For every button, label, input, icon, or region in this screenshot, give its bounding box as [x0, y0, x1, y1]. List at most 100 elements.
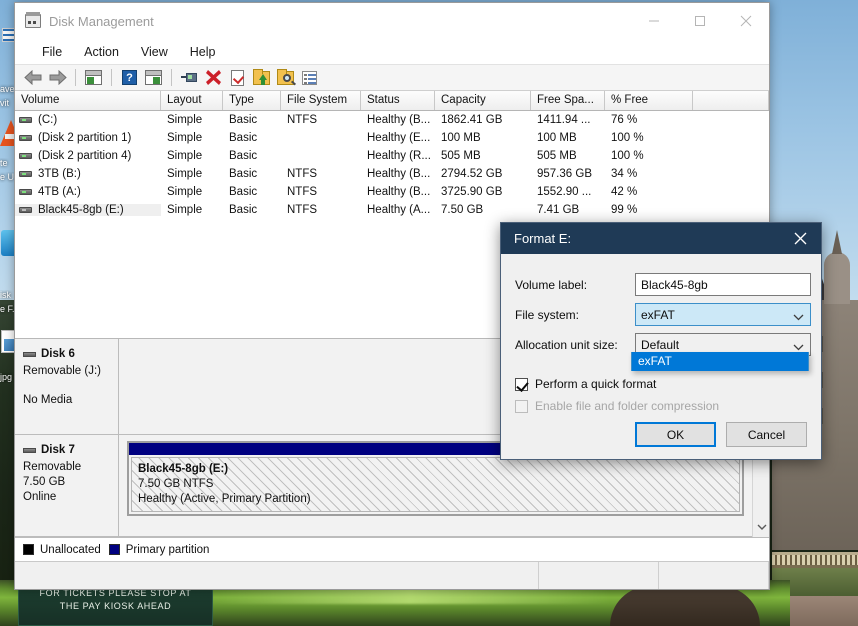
- close-icon[interactable]: [723, 6, 769, 36]
- quick-format-row[interactable]: Perform a quick format: [515, 377, 805, 391]
- partition-size-fs: 7.50 GB NTFS: [138, 478, 214, 490]
- quick-format-label: Perform a quick format: [535, 377, 657, 391]
- cell-type: Basic: [229, 114, 258, 126]
- column-header-type[interactable]: Type: [223, 91, 281, 110]
- cell-volume: (Disk 2 partition 1): [15, 132, 161, 144]
- minimize-icon[interactable]: [631, 6, 677, 36]
- column-header-capacity[interactable]: Capacity: [435, 91, 531, 110]
- show-hide-console-tree-icon[interactable]: [83, 67, 104, 88]
- disk-icon: [23, 448, 36, 453]
- table-row[interactable]: Black45-8gb (E:) Simple Basic NTFS Healthy (…: [15, 201, 769, 219]
- show-action-pane-icon[interactable]: [143, 67, 164, 88]
- compression-label: Enable file and folder compression: [535, 399, 720, 413]
- legend-swatch-primary-partition: [108, 544, 120, 555]
- compression-checkbox: [515, 399, 528, 413]
- file-system-dropdown-list[interactable]: exFAT: [631, 352, 809, 371]
- cell-percent-free: 76 %: [611, 114, 638, 126]
- cell-file-system: NTFS: [287, 204, 318, 216]
- options-list-icon[interactable]: [299, 67, 320, 88]
- file-system-row: File system: exFAT: [515, 300, 811, 329]
- cell-volume: (Disk 2 partition 4): [15, 150, 161, 162]
- format-dialog-title: Format E:: [514, 231, 572, 246]
- window-title: Disk Management: [49, 13, 154, 29]
- cell-free-space: 7.41 GB: [537, 204, 580, 216]
- cell-type: Basic: [229, 204, 258, 216]
- volume-label-row: Volume label:: [515, 270, 811, 299]
- file-system-caption: File system:: [515, 307, 580, 322]
- cell-volume-label: Black45-8gb (E:): [38, 204, 124, 216]
- table-row[interactable]: 3TB (B:) Simple Basic NTFS Healthy (B... 2794…: [15, 165, 769, 183]
- volume-table-body: (C:) Simple Basic NTFS Healthy (B... 1862.41 …: [15, 111, 769, 219]
- cell-capacity: 100 MB: [441, 132, 481, 144]
- cell-percent-free: 42 %: [611, 186, 638, 198]
- ok-button[interactable]: OK: [635, 422, 716, 447]
- cell-layout: Simple: [167, 132, 203, 144]
- close-icon[interactable]: [779, 223, 821, 254]
- cell-volume-label: (C:): [38, 114, 58, 126]
- cell-status: Healthy (R...: [367, 150, 431, 162]
- legend-item-unallocated: Unallocated: [23, 544, 101, 556]
- toolbar-separator: [111, 69, 112, 86]
- cell-type: Basic: [229, 132, 258, 144]
- menu-help[interactable]: Help: [179, 42, 227, 62]
- table-row[interactable]: (Disk 2 partition 1) Simple Basic Healthy (…: [15, 129, 769, 147]
- disk-type: Removable (J:): [23, 365, 101, 377]
- column-header-blank[interactable]: [693, 91, 769, 110]
- properties-icon[interactable]: [227, 67, 248, 88]
- volume-label-input[interactable]: [635, 273, 811, 296]
- menu-file[interactable]: File: [31, 42, 73, 62]
- chevron-down-icon: [793, 310, 804, 324]
- partition-status: Healthy (Active, Primary Partition): [138, 493, 311, 505]
- format-dialog-titlebar: Format E:: [501, 223, 821, 254]
- cell-capacity: 3725.90 GB: [441, 186, 503, 198]
- connect-icon[interactable]: [179, 67, 200, 88]
- file-system-option-exfat[interactable]: exFAT: [632, 352, 808, 371]
- column-header-file-system[interactable]: File System: [281, 91, 361, 110]
- disk-name: Disk 7: [41, 444, 75, 456]
- disk-legend: Unallocated Primary partition: [15, 537, 769, 561]
- column-header-layout[interactable]: Layout: [161, 91, 223, 110]
- table-row[interactable]: 4TB (A:) Simple Basic NTFS Healthy (B... 3725…: [15, 183, 769, 201]
- cell-volume-label: (Disk 2 partition 4): [38, 150, 132, 162]
- disk-status: No Media: [23, 394, 73, 406]
- cell-layout: Simple: [167, 114, 203, 126]
- cell-status: Healthy (A...: [367, 204, 431, 216]
- menu-view[interactable]: View: [130, 42, 179, 62]
- wallpaper-lawn-highlight: [210, 588, 610, 604]
- toolbar-separator: [171, 69, 172, 86]
- quick-format-checkbox[interactable]: [515, 377, 528, 391]
- export-folder-icon[interactable]: [251, 67, 272, 88]
- column-header-free-space[interactable]: Free Spa...: [531, 91, 605, 110]
- help-icon[interactable]: ?: [119, 67, 140, 88]
- legend-label-primary-partition: Primary partition: [125, 543, 210, 556]
- scroll-down-icon[interactable]: [753, 519, 769, 535]
- maximize-icon[interactable]: [677, 6, 723, 36]
- table-row[interactable]: (Disk 2 partition 4) Simple Basic Healthy (…: [15, 147, 769, 165]
- disk-icon: [23, 352, 36, 357]
- cell-volume-label: (Disk 2 partition 1): [38, 132, 132, 144]
- column-header-status[interactable]: Status: [361, 91, 435, 110]
- status-cell-main: [15, 562, 539, 589]
- file-system-dropdown[interactable]: exFAT: [635, 303, 811, 326]
- delete-icon[interactable]: [203, 67, 224, 88]
- column-header-percent-free[interactable]: % Free: [605, 91, 693, 110]
- toolbar: ?: [15, 64, 769, 91]
- cancel-button[interactable]: Cancel: [726, 422, 807, 447]
- cell-layout: Simple: [167, 168, 203, 180]
- allocation-unit-size-caption: Allocation unit size:: [515, 337, 618, 352]
- cell-free-space: 505 MB: [537, 150, 577, 162]
- table-row[interactable]: (C:) Simple Basic NTFS Healthy (B... 1862.41 …: [15, 111, 769, 129]
- wallpaper-mound: [610, 586, 760, 626]
- forward-arrow-icon[interactable]: [47, 67, 68, 88]
- cell-file-system: NTFS: [287, 114, 318, 126]
- back-arrow-icon[interactable]: [23, 67, 44, 88]
- cell-volume: (C:): [15, 114, 161, 126]
- cell-free-space: 1411.94 ...: [537, 114, 591, 126]
- disk-status: Online: [23, 491, 57, 503]
- cell-percent-free: 100 %: [611, 132, 644, 144]
- search-folder-icon[interactable]: [275, 67, 296, 88]
- cell-capacity: 1862.41 GB: [441, 114, 503, 126]
- column-header-volume[interactable]: Volume: [15, 91, 161, 110]
- cell-capacity: 2794.52 GB: [441, 168, 503, 180]
- menu-action[interactable]: Action: [73, 42, 130, 62]
